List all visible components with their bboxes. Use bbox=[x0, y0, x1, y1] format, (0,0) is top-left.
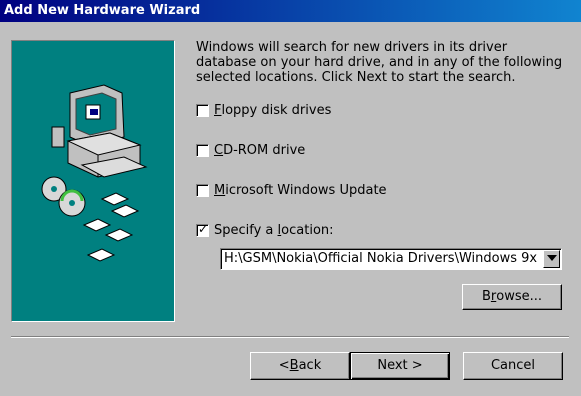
location-dropdown-button[interactable] bbox=[543, 250, 560, 268]
wizard-illustration bbox=[11, 40, 175, 322]
next-button[interactable]: Next > bbox=[350, 352, 450, 380]
specify-location-option[interactable]: ✓ Specify a location: bbox=[196, 222, 334, 238]
cdrom-label: CD-ROM drive bbox=[214, 142, 306, 158]
title-bar[interactable]: Add New Hardware Wizard bbox=[0, 0, 581, 22]
dropdown-arrow-icon bbox=[547, 255, 557, 261]
specify-location-checkbox[interactable]: ✓ bbox=[196, 221, 209, 237]
cdrom-option[interactable]: CD-ROM drive bbox=[196, 142, 305, 158]
intro-text: Windows will search for new drivers in i… bbox=[196, 40, 563, 85]
location-combobox[interactable]: H:\GSM\Nokia\Official Nokia Drivers\Wind… bbox=[220, 248, 562, 270]
location-value[interactable]: H:\GSM\Nokia\Official Nokia Drivers\Wind… bbox=[224, 251, 542, 266]
cdrom-checkbox[interactable] bbox=[196, 143, 209, 157]
floppy-label: Floppy disk drives bbox=[214, 102, 332, 118]
computer-icon bbox=[41, 84, 148, 262]
browse-button[interactable]: Browse... bbox=[462, 284, 562, 310]
floppy-checkbox[interactable] bbox=[196, 103, 209, 117]
windows-update-option[interactable]: Microsoft Windows Update bbox=[196, 182, 387, 198]
cancel-button[interactable]: Cancel bbox=[463, 352, 563, 380]
back-button[interactable]: < Back bbox=[250, 352, 350, 380]
floppy-option[interactable]: Floppy disk drives bbox=[196, 102, 331, 118]
separator bbox=[11, 336, 569, 338]
specify-location-label: Specify a location: bbox=[214, 222, 334, 238]
windows-update-label: Microsoft Windows Update bbox=[214, 182, 387, 198]
windows-update-checkbox[interactable] bbox=[196, 183, 209, 197]
window-title: Add New Hardware Wizard bbox=[4, 3, 201, 18]
checkmark-icon: ✓ bbox=[198, 221, 209, 236]
